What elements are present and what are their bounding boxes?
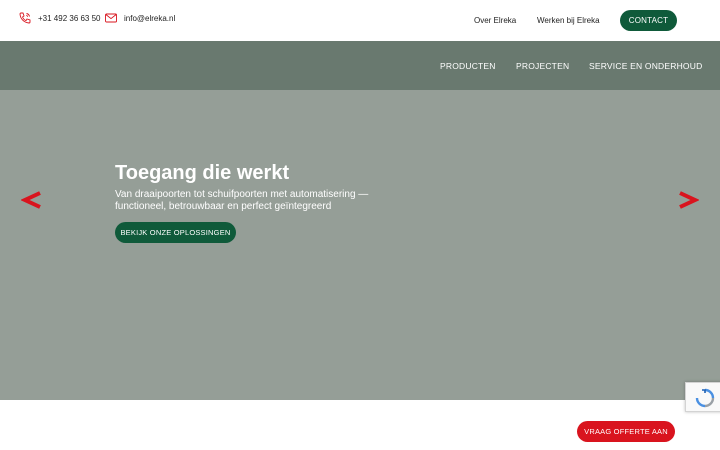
main-nav: PRODUCTEN PROJECTEN SERVICE EN ONDERHOUD <box>0 41 720 90</box>
view-solutions-button[interactable]: BEKIJK ONZE OPLOSSINGEN <box>115 222 236 243</box>
nav-item-projecten[interactable]: PROJECTEN <box>516 61 569 71</box>
chevron-right-icon[interactable] <box>677 190 700 210</box>
request-quote-button[interactable]: VRAAG OFFERTE AAN <box>577 421 675 442</box>
over-elreka-link[interactable]: Over Elreka <box>474 16 516 25</box>
recaptcha-badge[interactable] <box>685 382 720 412</box>
phone-contact[interactable]: +31 492 36 63 50 <box>18 11 101 25</box>
top-bar: +31 492 36 63 50 info@elreka.nl Over Elr… <box>0 0 720 41</box>
email-contact[interactable]: info@elreka.nl <box>104 11 175 25</box>
hero-slider: Toegang die werkt Van draaipoorten tot s… <box>0 90 720 400</box>
nav-item-service[interactable]: SERVICE EN ONDERHOUD <box>589 61 702 71</box>
nav-item-producten[interactable]: PRODUCTEN <box>440 61 496 71</box>
mail-icon <box>104 11 118 25</box>
hero-subtitle: Van draaipoorten tot schuifpoorten met a… <box>115 189 369 212</box>
recaptcha-icon <box>695 388 715 408</box>
phone-icon <box>18 11 32 25</box>
werken-bij-elreka-link[interactable]: Werken bij Elreka <box>537 16 600 25</box>
chevron-left-icon[interactable] <box>20 190 43 210</box>
phone-number[interactable]: +31 492 36 63 50 <box>38 14 101 23</box>
email-address[interactable]: info@elreka.nl <box>124 14 175 23</box>
hero-title: Toegang die werkt <box>115 162 290 184</box>
contact-button[interactable]: CONTACT <box>620 10 677 31</box>
